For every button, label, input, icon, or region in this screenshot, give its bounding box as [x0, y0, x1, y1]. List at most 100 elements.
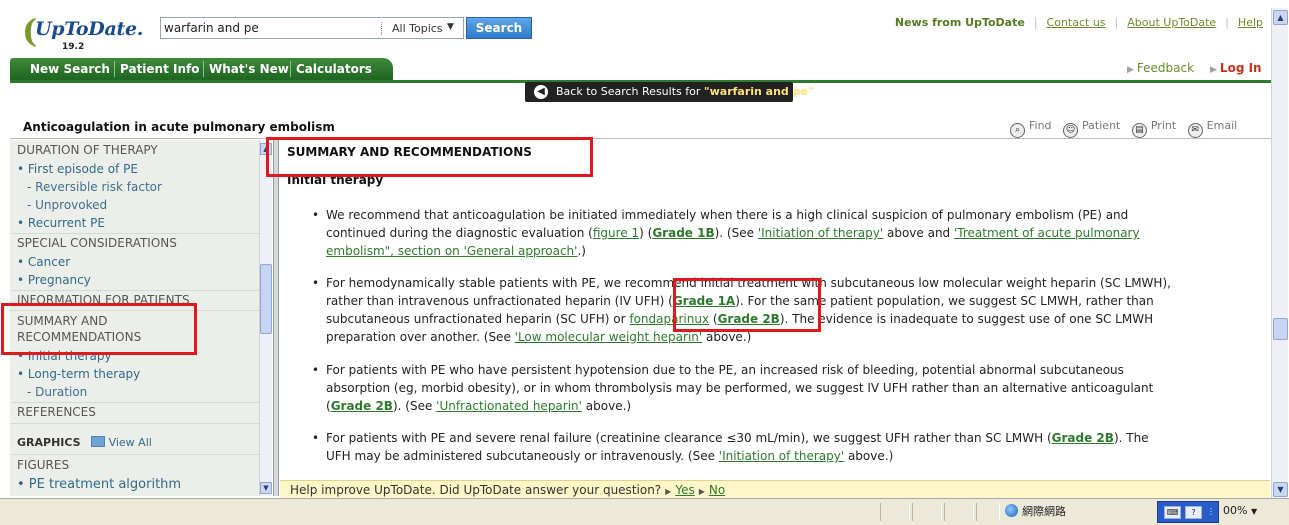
scroll-down-icon[interactable]: ▼	[1273, 482, 1288, 497]
print-button[interactable]: ▤ Print	[1131, 119, 1176, 138]
header: ( UpToDate. 19.2 All Topics ▼ Search New…	[0, 0, 1271, 80]
sidebar-scrollbar[interactable]: ▲ ▼	[259, 140, 272, 496]
arrow-right-icon: ▶	[665, 487, 672, 496]
recommendation-line: rather than intravenous unfractionated h…	[312, 292, 1262, 310]
cross-reference-link[interactable]: 'Initiation of therapy'	[758, 226, 883, 240]
pane-splitter[interactable]	[273, 140, 279, 496]
body-text: ). (See	[392, 399, 437, 413]
chevron-down-icon: ▼	[1250, 507, 1258, 516]
answer-yes-link[interactable]: Yes	[675, 483, 694, 497]
globe-icon	[1005, 504, 1018, 517]
recommendation-line: For patients with PE and severe renal fa…	[312, 429, 1262, 447]
ime-toolbar[interactable]: ⌨ ? ⋮	[1157, 501, 1219, 523]
uptodate-logo[interactable]: ( UpToDate. 19.2	[22, 12, 143, 54]
body-text: above.)	[844, 449, 894, 463]
outline-item[interactable]: • First episode of PE	[17, 162, 259, 176]
zoom-level[interactable]: 00% ▼	[1223, 504, 1257, 517]
subsection-heading: Initial therapy	[287, 173, 384, 187]
login-link[interactable]: ▶ Log In	[1210, 61, 1262, 75]
patient-icon: ☺	[1063, 123, 1079, 138]
body-text: ). The	[1113, 431, 1149, 445]
scroll-down-icon[interactable]: ▼	[260, 482, 272, 494]
scroll-thumb[interactable]	[260, 264, 272, 334]
recommendation-line: (Grade 2B). (See 'Unfractionated heparin…	[312, 397, 1262, 415]
find-button[interactable]: ⌕ Find	[1010, 119, 1052, 138]
grade-link[interactable]: Grade 2B	[718, 312, 780, 326]
scroll-thumb[interactable]	[1273, 318, 1288, 340]
outline-section[interactable]: DURATION OF THERAPY	[17, 143, 259, 157]
cross-reference-link[interactable]: figure 1	[593, 226, 639, 240]
top-links: News from UpToDate | Contact us | About UpTo…	[894, 16, 1263, 29]
body-text: .)	[577, 244, 586, 258]
outline-section[interactable]: SPECIAL CONSIDERATIONS	[17, 236, 259, 250]
search-box: All Topics ▼	[160, 17, 464, 39]
answer-no-link[interactable]: No	[709, 483, 725, 497]
topic-scope-select[interactable]: All Topics	[392, 22, 443, 35]
body-text: rather than intravenous unfractionated h…	[326, 294, 673, 308]
nav-whats-new[interactable]: What's New	[209, 62, 289, 76]
scroll-up-icon[interactable]: ▲	[260, 143, 272, 155]
outline-sidebar: DURATION OF THERAPY • First episode of P…	[10, 140, 259, 496]
email-button[interactable]: ✉ Email	[1187, 119, 1237, 138]
help-icon[interactable]: ?	[1185, 506, 1202, 519]
outline-item[interactable]: • Initial therapy	[17, 349, 259, 363]
keyboard-icon[interactable]: ⌨	[1164, 506, 1181, 519]
body-text: preparation over another. (See	[326, 330, 515, 344]
recommendation-line: For hemodynamically stable patients with…	[312, 274, 1262, 292]
outline-item[interactable]: • Long-term therapy	[17, 367, 259, 381]
cross-reference-link[interactable]: embolism", section on 'General approach'	[326, 244, 577, 258]
cross-reference-link[interactable]: 'Treatment of acute pulmonary	[954, 226, 1140, 240]
help-link[interactable]: Help	[1238, 16, 1263, 29]
arrow-right-icon: ▶	[698, 487, 705, 496]
news-link[interactable]: News from UpToDate	[895, 16, 1025, 29]
recommendation-line: subcutaneous unfractionated heparin (SC …	[312, 310, 1262, 328]
outline-item[interactable]: • Recurrent PE	[17, 216, 259, 230]
figure-link[interactable]: • PE treatment algorithm	[17, 477, 259, 492]
body-text: ) (	[639, 226, 653, 240]
body-text: above.)	[581, 399, 632, 413]
outline-section[interactable]: REFERENCES	[17, 405, 259, 419]
outline-section[interactable]: SUMMARY AND	[17, 314, 259, 328]
outline-subitem[interactable]: - Duration	[27, 385, 259, 399]
section-heading: SUMMARY AND RECOMMENDATIONS	[287, 145, 532, 159]
outline-section[interactable]: INFORMATION FOR PATIENTS	[17, 293, 259, 307]
patient-button[interactable]: ☺ Patient	[1063, 119, 1120, 138]
grade-link[interactable]: Grade 2B	[1052, 431, 1114, 445]
cross-reference-link[interactable]: 'Low molecular weight heparin'	[515, 330, 703, 344]
grade-link[interactable]: Grade 1B	[652, 226, 714, 240]
cross-reference-link[interactable]: 'Initiation of therapy'	[719, 449, 844, 463]
grade-link[interactable]: Grade 2B	[331, 399, 393, 413]
outline-section[interactable]: RECOMMENDATIONS	[17, 330, 259, 344]
feedback-link[interactable]: ▶ Feedback	[1127, 61, 1194, 75]
nav-new-search[interactable]: New Search	[30, 62, 110, 76]
cross-reference-link[interactable]: fondaparinux	[629, 312, 709, 326]
bullet-icon: •	[312, 363, 320, 377]
cross-reference-link[interactable]: 'Unfractionated heparin'	[436, 399, 582, 413]
nav-patient-info[interactable]: Patient Info	[120, 62, 200, 76]
body-text: For hemodynamically stable patients with…	[326, 276, 1171, 290]
view-all-link[interactable]: View All	[109, 436, 152, 449]
contact-link[interactable]: Contact us	[1047, 16, 1106, 29]
back-to-results-button[interactable]: ◀ Back to Search Results for "warfarin a…	[525, 82, 814, 102]
outline-item[interactable]: • Pregnancy	[17, 273, 259, 287]
window-scrollbar[interactable]: ▲ ▼	[1271, 8, 1288, 498]
scroll-up-icon[interactable]: ▲	[1273, 10, 1288, 25]
body-text: ). (See	[714, 226, 758, 240]
about-link[interactable]: About UpToDate	[1127, 16, 1216, 29]
outline-item[interactable]: • Cancer	[17, 255, 259, 269]
recommendation-line: We recommend that anticoagulation be ini…	[312, 206, 1262, 224]
search-button[interactable]: Search	[466, 17, 532, 39]
chevron-down-icon[interactable]: ▼	[447, 22, 454, 32]
outline-subitem[interactable]: - Unprovoked	[27, 198, 259, 212]
search-input[interactable]	[164, 20, 374, 36]
body-text: ). For the same patient population, we s…	[735, 294, 1154, 308]
topic-content: SUMMARY AND RECOMMENDATIONS Initial ther…	[280, 140, 1270, 480]
grade-link[interactable]: Grade 1A	[673, 294, 735, 308]
ime-menu-icon[interactable]: ⋮	[1206, 506, 1216, 519]
feedback-label: Feedback	[1136, 61, 1195, 75]
page-title: Anticoagulation in acute pulmonary embol…	[23, 120, 335, 134]
login-label: Log In	[1219, 61, 1262, 75]
feedback-prompt-bar: Help improve UpToDate. Did UpToDate answ…	[280, 480, 1270, 498]
outline-subitem[interactable]: - Reversible risk factor	[27, 180, 259, 194]
nav-calculators[interactable]: Calculators	[296, 62, 372, 76]
